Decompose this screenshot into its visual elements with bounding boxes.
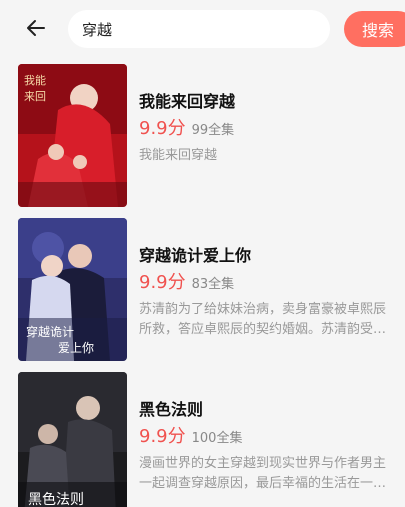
result-item[interactable]: 我能 来回 我能来回穿越 9.9分 99全集 我能来回穿越 [0,58,405,207]
search-input[interactable] [68,10,330,48]
score-line: 9.9分 83全集 [139,268,234,294]
score-line: 9.9分 99全集 [139,114,234,140]
back-button[interactable] [22,14,50,42]
cover-image: 我能 来回 [18,64,127,207]
episode-count: 100全集 [191,431,243,446]
episode-count: 99全集 [191,123,235,138]
result-title: 我能来回穿越 [139,92,236,111]
search-field[interactable] [68,10,330,48]
svg-text:黑色法则: 黑色法则 [28,491,84,507]
result-description: 漫画世界的女主穿越到现实世界与作者男主 一起调查穿越原因，最后幸福的生活在一… [139,454,405,494]
score-line: 9.9分 100全集 [139,422,242,448]
search-button[interactable]: 搜索 [344,11,405,47]
description-line: 一起调查穿越原因，最后幸福的生活在一… [139,476,387,491]
description-line: 漫画世界的女主穿越到现实世界与作者男主 [139,456,387,471]
description-line: 苏清韵为了给妹妹治病，卖身富豪被卓熙辰 [139,302,387,317]
result-description: 我能来回穿越 [139,146,405,166]
result-item[interactable]: 黑色法则 黑色法则 9.9分 100全集 漫画世界的女主穿越到现实世界与作者男主 … [0,366,405,507]
result-title: 黑色法则 [139,400,204,419]
svg-text:来回: 来回 [24,90,46,103]
top-bar: 搜索 [0,0,405,58]
score: 9.9分 [139,118,186,139]
score: 9.9分 [139,272,186,293]
result-item[interactable]: 穿越诡计 爱上你 穿越诡计爱上你 9.9分 83全集 苏清韵为了给妹妹治病，卖身富… [0,212,405,361]
result-title: 穿越诡计爱上你 [139,246,252,265]
svg-text:穿越诡计: 穿越诡计 [26,324,74,339]
description-line: 我能来回穿越 [139,148,218,163]
score: 9.9分 [139,426,186,447]
svg-text:我能: 我能 [24,73,46,87]
cover-image: 黑色法则 [18,372,127,507]
cover-image: 穿越诡计 爱上你 [18,218,127,361]
result-description: 苏清韵为了给妹妹治病，卖身富豪被卓熙辰 所救，答应卓熙辰的契约婚姻。苏清韵受… [139,300,405,340]
svg-text:爱上你: 爱上你 [58,341,94,355]
description-line: 所救，答应卓熙辰的契约婚姻。苏清韵受… [139,322,387,337]
episode-count: 83全集 [191,277,235,292]
back-arrow-icon [26,19,46,37]
